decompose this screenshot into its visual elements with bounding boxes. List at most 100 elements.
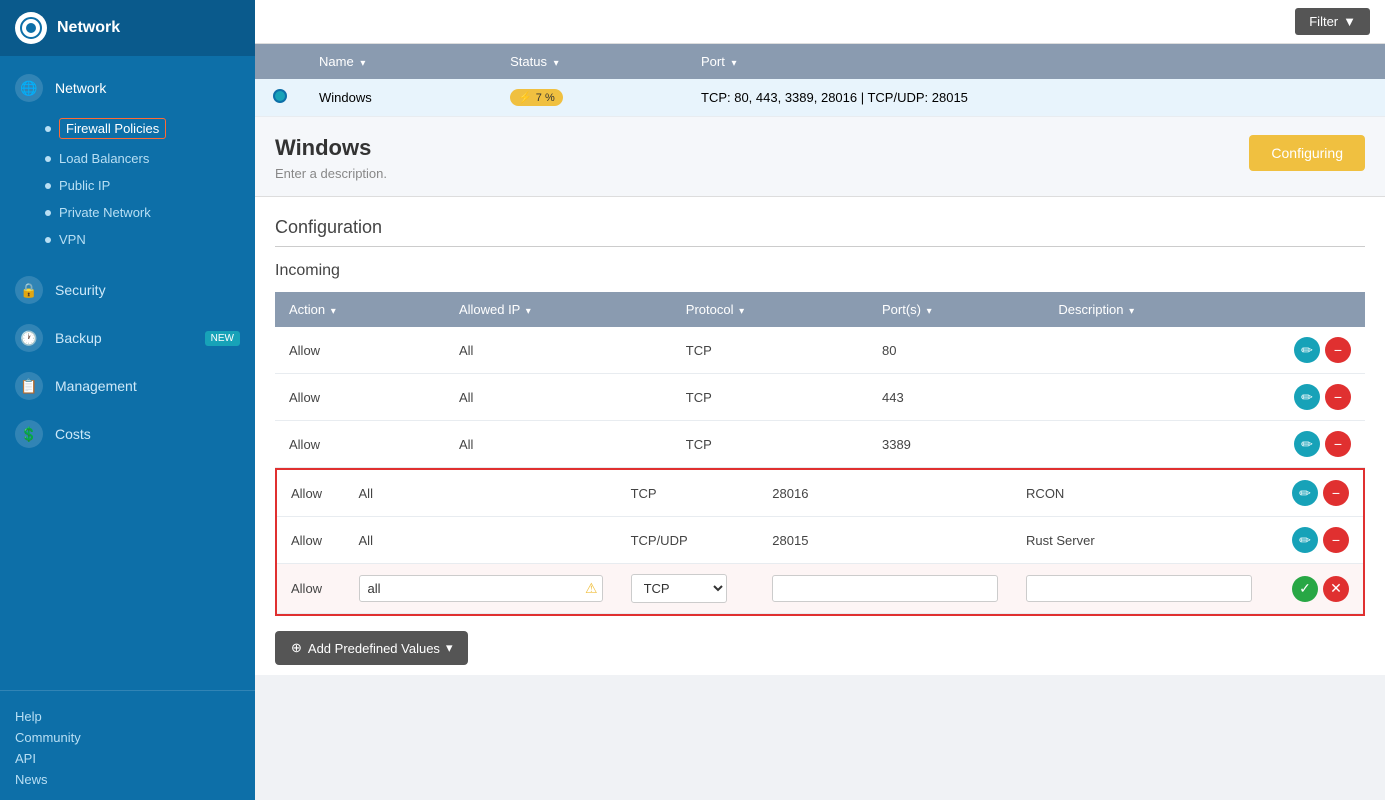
rule-action: Allow [275,327,445,374]
backup-badge: NEW [205,331,240,346]
filter-arrow-icon: ▼ [1343,14,1356,29]
remove-rule-button[interactable]: − [1323,527,1349,553]
rule-actions-cell: ✏ − [1266,517,1363,564]
col-action-label: Action [289,302,325,317]
rule-row-highlighted: Allow All TCP/UDP 28015 Rust Server ✏ − [277,517,1363,564]
filter-button[interactable]: Filter ▼ [1295,8,1370,35]
edit-rule-button[interactable]: ✏ [1294,431,1320,457]
resource-table-wrap: Name ▾ Status ▾ Port ▾ Windows [255,44,1385,117]
new-rule-protocol-select[interactable]: TCP UDP TCP/UDP ICMP [631,574,727,603]
sidebar-item-loadbalancers-label: Load Balancers [59,151,149,166]
sidebar-item-network[interactable]: 🌐 Network [0,64,255,112]
new-rule-row: Allow ⚠ TCP UDP TCP/UD [277,564,1363,614]
rule-protocol: TCP [672,421,868,468]
add-predefined-label: Add Predefined Values [308,641,440,656]
edit-rule-button[interactable]: ✏ [1294,337,1320,363]
col-description[interactable]: Description ▾ [1044,292,1280,327]
remove-rule-button[interactable]: − [1325,431,1351,457]
edit-rule-button[interactable]: ✏ [1294,384,1320,410]
rule-actions-cell: ✏ − [1266,470,1363,517]
backup-icon: 🕐 [15,324,43,352]
confirm-new-rule-button[interactable]: ✓ [1292,576,1318,602]
cancel-new-rule-button[interactable]: ✕ [1323,576,1349,602]
rule-ports: 3389 [868,421,1044,468]
remove-rule-button[interactable]: − [1325,384,1351,410]
col-ports[interactable]: Port(s) ▾ [868,292,1044,327]
sidebar-bottom: Help Community API News [0,690,255,800]
rule-action: Allow [277,517,345,564]
col-allowed-ip[interactable]: Allowed IP ▾ [445,292,672,327]
detail-info: Windows Enter a description. [275,135,387,181]
col-protocol-label: Protocol [686,302,734,317]
security-icon: 🔒 [15,276,43,304]
config-section: Configuration Incoming Action ▾ Allowed … [255,197,1385,675]
sidebar-item-privatenetwork[interactable]: Private Network [0,199,255,226]
col-port[interactable]: Port ▾ [687,44,1385,79]
rule-action: Allow [275,421,445,468]
rule-actions-cell: ✏ − [1280,327,1365,374]
rule-actions-cell: ✏ − [1280,421,1365,468]
sort-icon: ▾ [526,306,531,317]
sidebar: Network 🌐 Network Firewall Policies Load… [0,0,255,800]
sidebar-item-loadbalancers[interactable]: Load Balancers [0,145,255,172]
rule-description [1044,327,1280,374]
progress-icon: ⚡ [518,91,532,104]
filter-label: Filter [1309,14,1338,29]
resource-row[interactable]: Windows ⚡ 7 % TCP: 80, 443, 3389, 28016 … [255,79,1385,117]
sort-arrow-icon: ▾ [554,58,559,69]
new-rule-ip-input[interactable] [359,575,603,602]
new-rule-description-cell [1012,564,1266,614]
highlighted-rules-table: Allow All TCP 28016 RCON ✏ − [277,470,1363,614]
rule-description: Rust Server [1012,517,1266,564]
col-ports-label: Port(s) [882,302,921,317]
remove-rule-button[interactable]: − [1323,480,1349,506]
rule-ports: 80 [868,327,1044,374]
rule-ip: All [445,327,672,374]
sidebar-item-backup-label: Backup [55,330,102,346]
sidebar-item-security[interactable]: 🔒 Security [0,266,255,314]
rule-actions-cell: ✏ − [1280,374,1365,421]
edit-rule-button[interactable]: ✏ [1292,480,1318,506]
help-link[interactable]: Help [15,706,240,727]
col-status[interactable]: Status ▾ [496,44,687,79]
warning-icon: ⚠ [585,580,598,597]
community-link[interactable]: Community [15,727,240,748]
new-rule-actions-cell: ✓ ✕ [1266,564,1363,614]
progress-badge: ⚡ 7 % [510,89,563,106]
sidebar-item-publicip[interactable]: Public IP [0,172,255,199]
remove-rule-button[interactable]: − [1325,337,1351,363]
resource-status: ⚡ 7 % [496,79,687,117]
subnav-network: Firewall Policies Load Balancers Public … [0,112,255,258]
sidebar-item-management-label: Management [55,378,137,394]
nav-network-section: 🌐 Network Firewall Policies Load Balance… [0,56,255,266]
sidebar-item-security-label: Security [55,282,106,298]
rule-row-highlighted: Allow All TCP 28016 RCON ✏ − [277,470,1363,517]
app-title: Network [57,19,120,37]
col-action[interactable]: Action ▾ [275,292,445,327]
rule-description: RCON [1012,470,1266,517]
detail-panel: Windows Enter a description. Configuring [255,117,1385,197]
col-select [255,44,305,79]
rule-ip: All [445,421,672,468]
new-rule-ports-input[interactable] [772,575,998,602]
col-ip-label: Allowed IP [459,302,520,317]
add-predefined-button[interactable]: ⊕ Add Predefined Values ▾ [275,631,468,665]
col-name-label: Name [319,54,354,69]
sidebar-item-firewall[interactable]: Firewall Policies [0,112,255,145]
detail-title: Windows [275,135,387,161]
subnav-dot [45,156,51,162]
api-link[interactable]: API [15,748,240,769]
sidebar-item-vpn[interactable]: VPN [0,226,255,253]
new-rule-description-input[interactable] [1026,575,1252,602]
sidebar-item-backup[interactable]: 🕐 Backup NEW [0,314,255,362]
sidebar-item-costs[interactable]: 💲 Costs [0,410,255,458]
network-icon: 🌐 [15,74,43,102]
col-name[interactable]: Name ▾ [305,44,496,79]
sidebar-item-management[interactable]: 📋 Management [0,362,255,410]
progress-value: 7 % [536,92,555,104]
edit-rule-button[interactable]: ✏ [1292,527,1318,553]
rule-protocol: TCP [672,327,868,374]
col-protocol[interactable]: Protocol ▾ [672,292,868,327]
news-link[interactable]: News [15,769,240,790]
configuring-button[interactable]: Configuring [1249,135,1365,171]
